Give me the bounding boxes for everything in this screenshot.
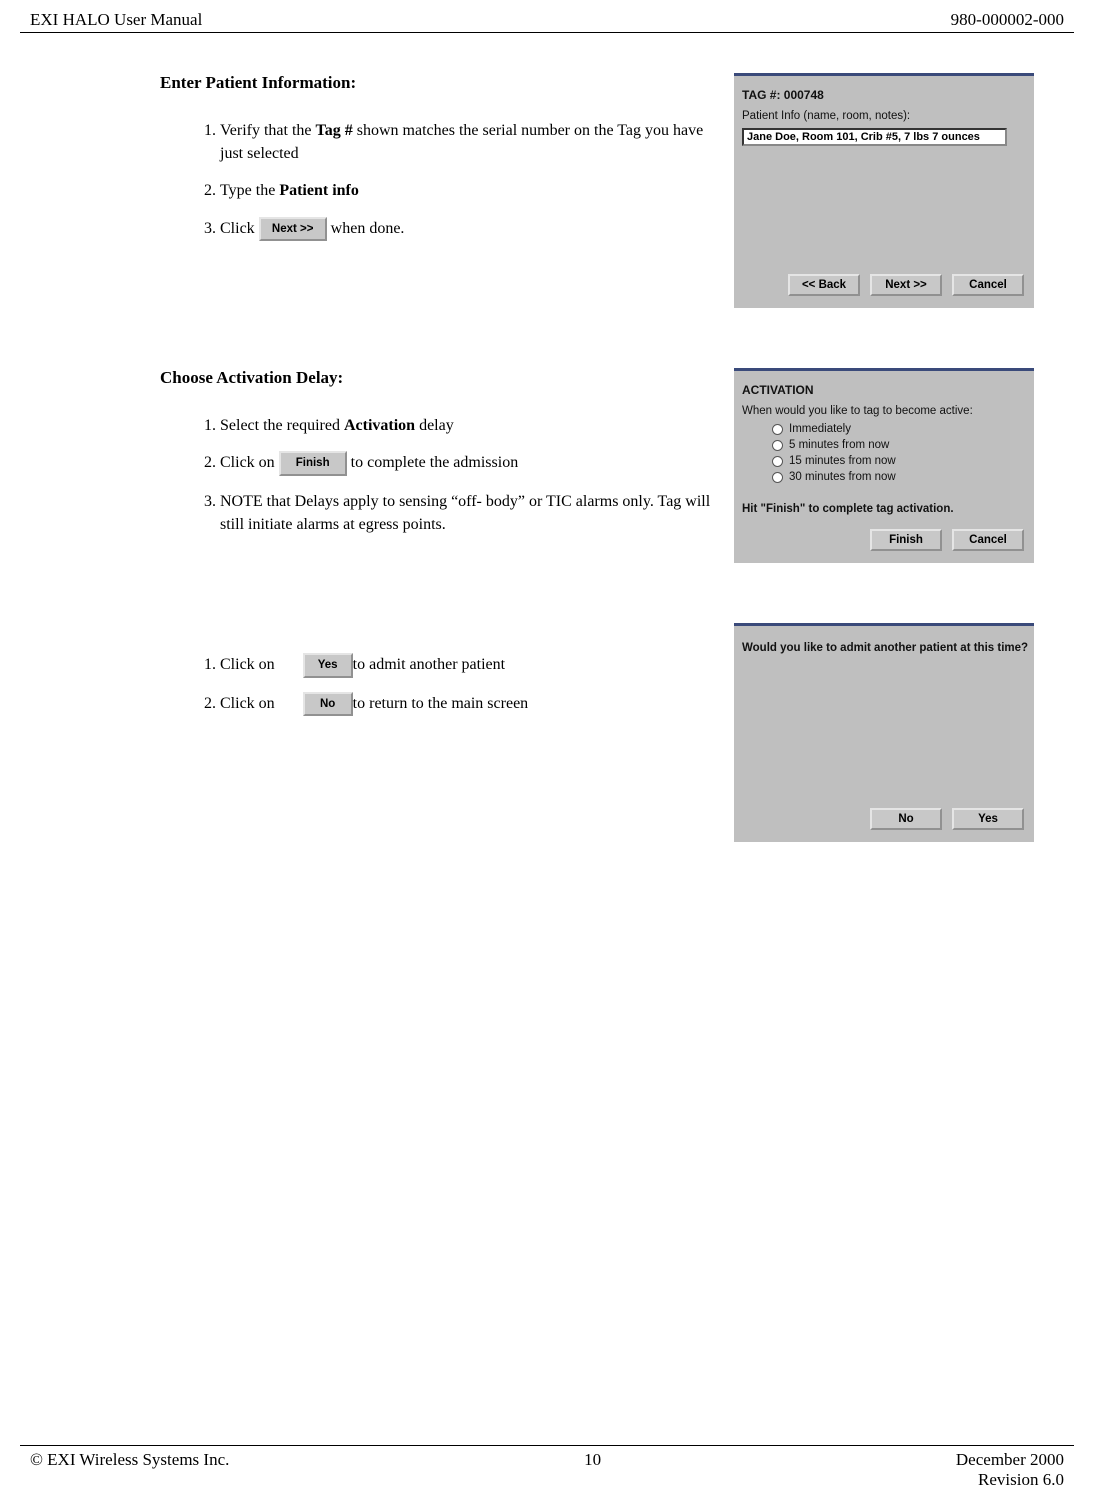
step-2-3: NOTE that Delays apply to sensing “off- … xyxy=(220,490,714,536)
dialog-activation-title: ACTIVATION xyxy=(742,383,1034,397)
dialog-finish-hint: Hit "Finish" to complete tag activation. xyxy=(742,503,1034,515)
dialog-activation-prompt: When would you like to tag to become act… xyxy=(742,405,1034,417)
next-button-inline[interactable]: Next >> xyxy=(259,217,327,242)
step-2-2: Click on Finish to complete the admissio… xyxy=(220,451,714,476)
cancel-button[interactable]: Cancel xyxy=(952,529,1024,551)
dialog-admit-another: Would you like to admit another patient … xyxy=(734,623,1034,842)
step-1-3: Click Next >> when done. xyxy=(220,217,714,242)
dialog-patient-info-label: Patient Info (name, room, notes): xyxy=(742,110,1034,122)
footer-date: December 2000 xyxy=(956,1450,1064,1469)
dialog-admit-prompt: Would you like to admit another patient … xyxy=(742,642,1034,654)
no-button-inline[interactable]: No xyxy=(303,692,353,717)
header-left: EXI HALO User Manual xyxy=(30,10,202,30)
radio-icon xyxy=(772,440,783,451)
radio-15min[interactable]: 15 minutes from now xyxy=(772,455,1034,467)
cancel-button[interactable]: Cancel xyxy=(952,274,1024,296)
step-3-2: Click on Noto return to the main screen xyxy=(220,692,714,717)
dialog-patient-info: TAG #: 000748 Patient Info (name, room, … xyxy=(734,73,1034,308)
step-2-1: Select the required Activation delay xyxy=(220,414,714,437)
footer-revision: Revision 6.0 xyxy=(978,1470,1064,1489)
yes-button-inline[interactable]: Yes xyxy=(303,653,353,678)
section-activation-delay: Choose Activation Delay: Select the requ… xyxy=(160,368,1034,563)
dialog-tag-label: TAG #: 000748 xyxy=(742,88,1034,102)
radio-icon xyxy=(772,472,783,483)
heading-enter-patient: Enter Patient Information: xyxy=(160,73,714,93)
page-footer: © EXI Wireless Systems Inc. 10 December … xyxy=(20,1437,1074,1490)
finish-button[interactable]: Finish xyxy=(870,529,942,551)
footer-copyright: © EXI Wireless Systems Inc. xyxy=(30,1450,229,1490)
step-3-1: Click on Yesto admit another patient xyxy=(220,653,714,678)
patient-info-input[interactable]: Jane Doe, Room 101, Crib #5, 7 lbs 7 oun… xyxy=(742,128,1007,146)
section-enter-patient-info: Enter Patient Information: Verify that t… xyxy=(160,73,1034,308)
dialog-activation: ACTIVATION When would you like to tag to… xyxy=(734,368,1034,563)
section-admit-another: Click on Yesto admit another patient Cli… xyxy=(160,623,1034,842)
footer-page-number: 10 xyxy=(584,1450,601,1490)
header-right: 980-000002-000 xyxy=(951,10,1064,30)
no-button[interactable]: No xyxy=(870,808,942,830)
yes-button[interactable]: Yes xyxy=(952,808,1024,830)
next-button[interactable]: Next >> xyxy=(870,274,942,296)
footer-rule xyxy=(20,1445,1074,1446)
radio-5min[interactable]: 5 minutes from now xyxy=(772,439,1034,451)
header-rule xyxy=(20,32,1074,33)
back-button[interactable]: << Back xyxy=(788,274,860,296)
step-1-2: Type the Patient info xyxy=(220,179,714,202)
radio-icon xyxy=(772,456,783,467)
radio-30min[interactable]: 30 minutes from now xyxy=(772,471,1034,483)
radio-icon xyxy=(772,424,783,435)
heading-activation-delay: Choose Activation Delay: xyxy=(160,368,714,388)
step-1-1: Verify that the Tag # shown matches the … xyxy=(220,119,714,165)
finish-button-inline[interactable]: Finish xyxy=(279,451,347,476)
radio-immediately[interactable]: Immediately xyxy=(772,423,1034,435)
